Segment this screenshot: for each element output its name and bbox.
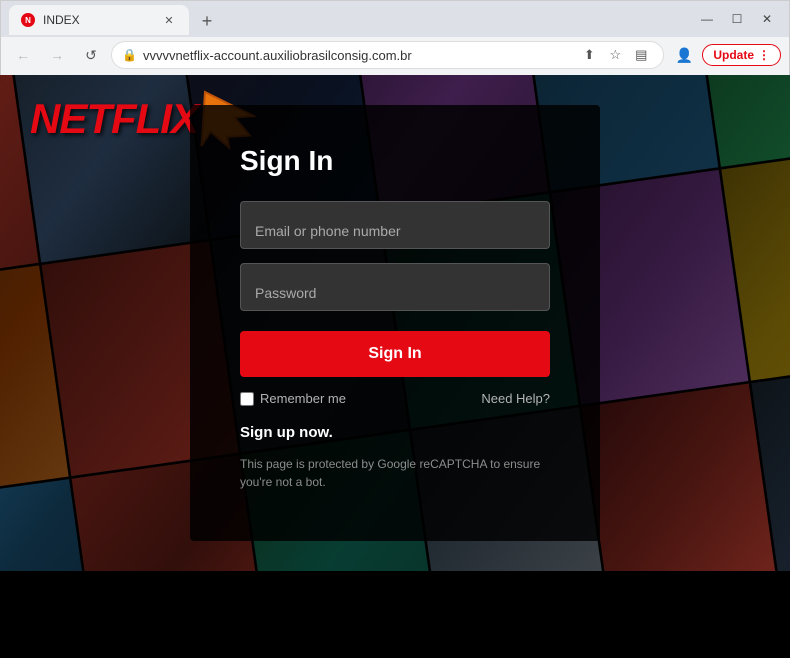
remember-me-checkbox[interactable] [240, 392, 254, 406]
remember-me-label[interactable]: Remember me [240, 391, 346, 406]
window-maximize-button[interactable]: ☐ [723, 5, 751, 33]
bookmark-icon[interactable]: ☆ [603, 43, 627, 67]
signin-form-container: Sign In Sign In Remember me Need Help? S… [190, 105, 600, 541]
update-button[interactable]: Update ⋮ [702, 44, 781, 66]
url-text: vvvvvnetflix-account.auxiliobrasilconsig… [143, 48, 571, 63]
need-help-link[interactable]: Need Help? [481, 391, 550, 406]
form-footer: Remember me Need Help? [240, 391, 550, 406]
update-menu-icon: ⋮ [758, 48, 770, 62]
tab-title-text: INDEX [43, 13, 153, 27]
window-close-button[interactable]: ✕ [753, 5, 781, 33]
window-minimize-button[interactable]: — [693, 5, 721, 33]
address-bar[interactable]: 🔒 vvvvvnetflix-account.auxiliobrasilcons… [111, 41, 664, 69]
forward-button[interactable]: → [43, 41, 71, 69]
profile-icon[interactable]: 👤 [670, 41, 698, 69]
back-button[interactable]: ← [9, 41, 37, 69]
lock-icon: 🔒 [122, 48, 137, 62]
browser-tab[interactable]: N INDEX ✕ [9, 5, 189, 35]
refresh-button[interactable]: ↺ [77, 41, 105, 69]
page-content: NETFLIX Sign In Sign In Remember me Need… [0, 75, 790, 571]
signup-link[interactable]: Sign up now. [240, 424, 550, 441]
signin-button[interactable]: Sign In [240, 331, 550, 377]
share-icon[interactable]: ⬆ [577, 43, 601, 67]
netflix-logo: NETFLIX [30, 95, 198, 143]
tab-close-button[interactable]: ✕ [161, 12, 177, 28]
email-input[interactable] [240, 201, 550, 249]
new-tab-button[interactable]: + [193, 7, 221, 35]
password-input[interactable] [240, 263, 550, 311]
tab-favicon: N [21, 13, 35, 27]
recaptcha-notice: This page is protected by Google reCAPTC… [240, 455, 550, 491]
sidebar-icon[interactable]: ▤ [629, 43, 653, 67]
signin-title: Sign In [240, 145, 550, 177]
